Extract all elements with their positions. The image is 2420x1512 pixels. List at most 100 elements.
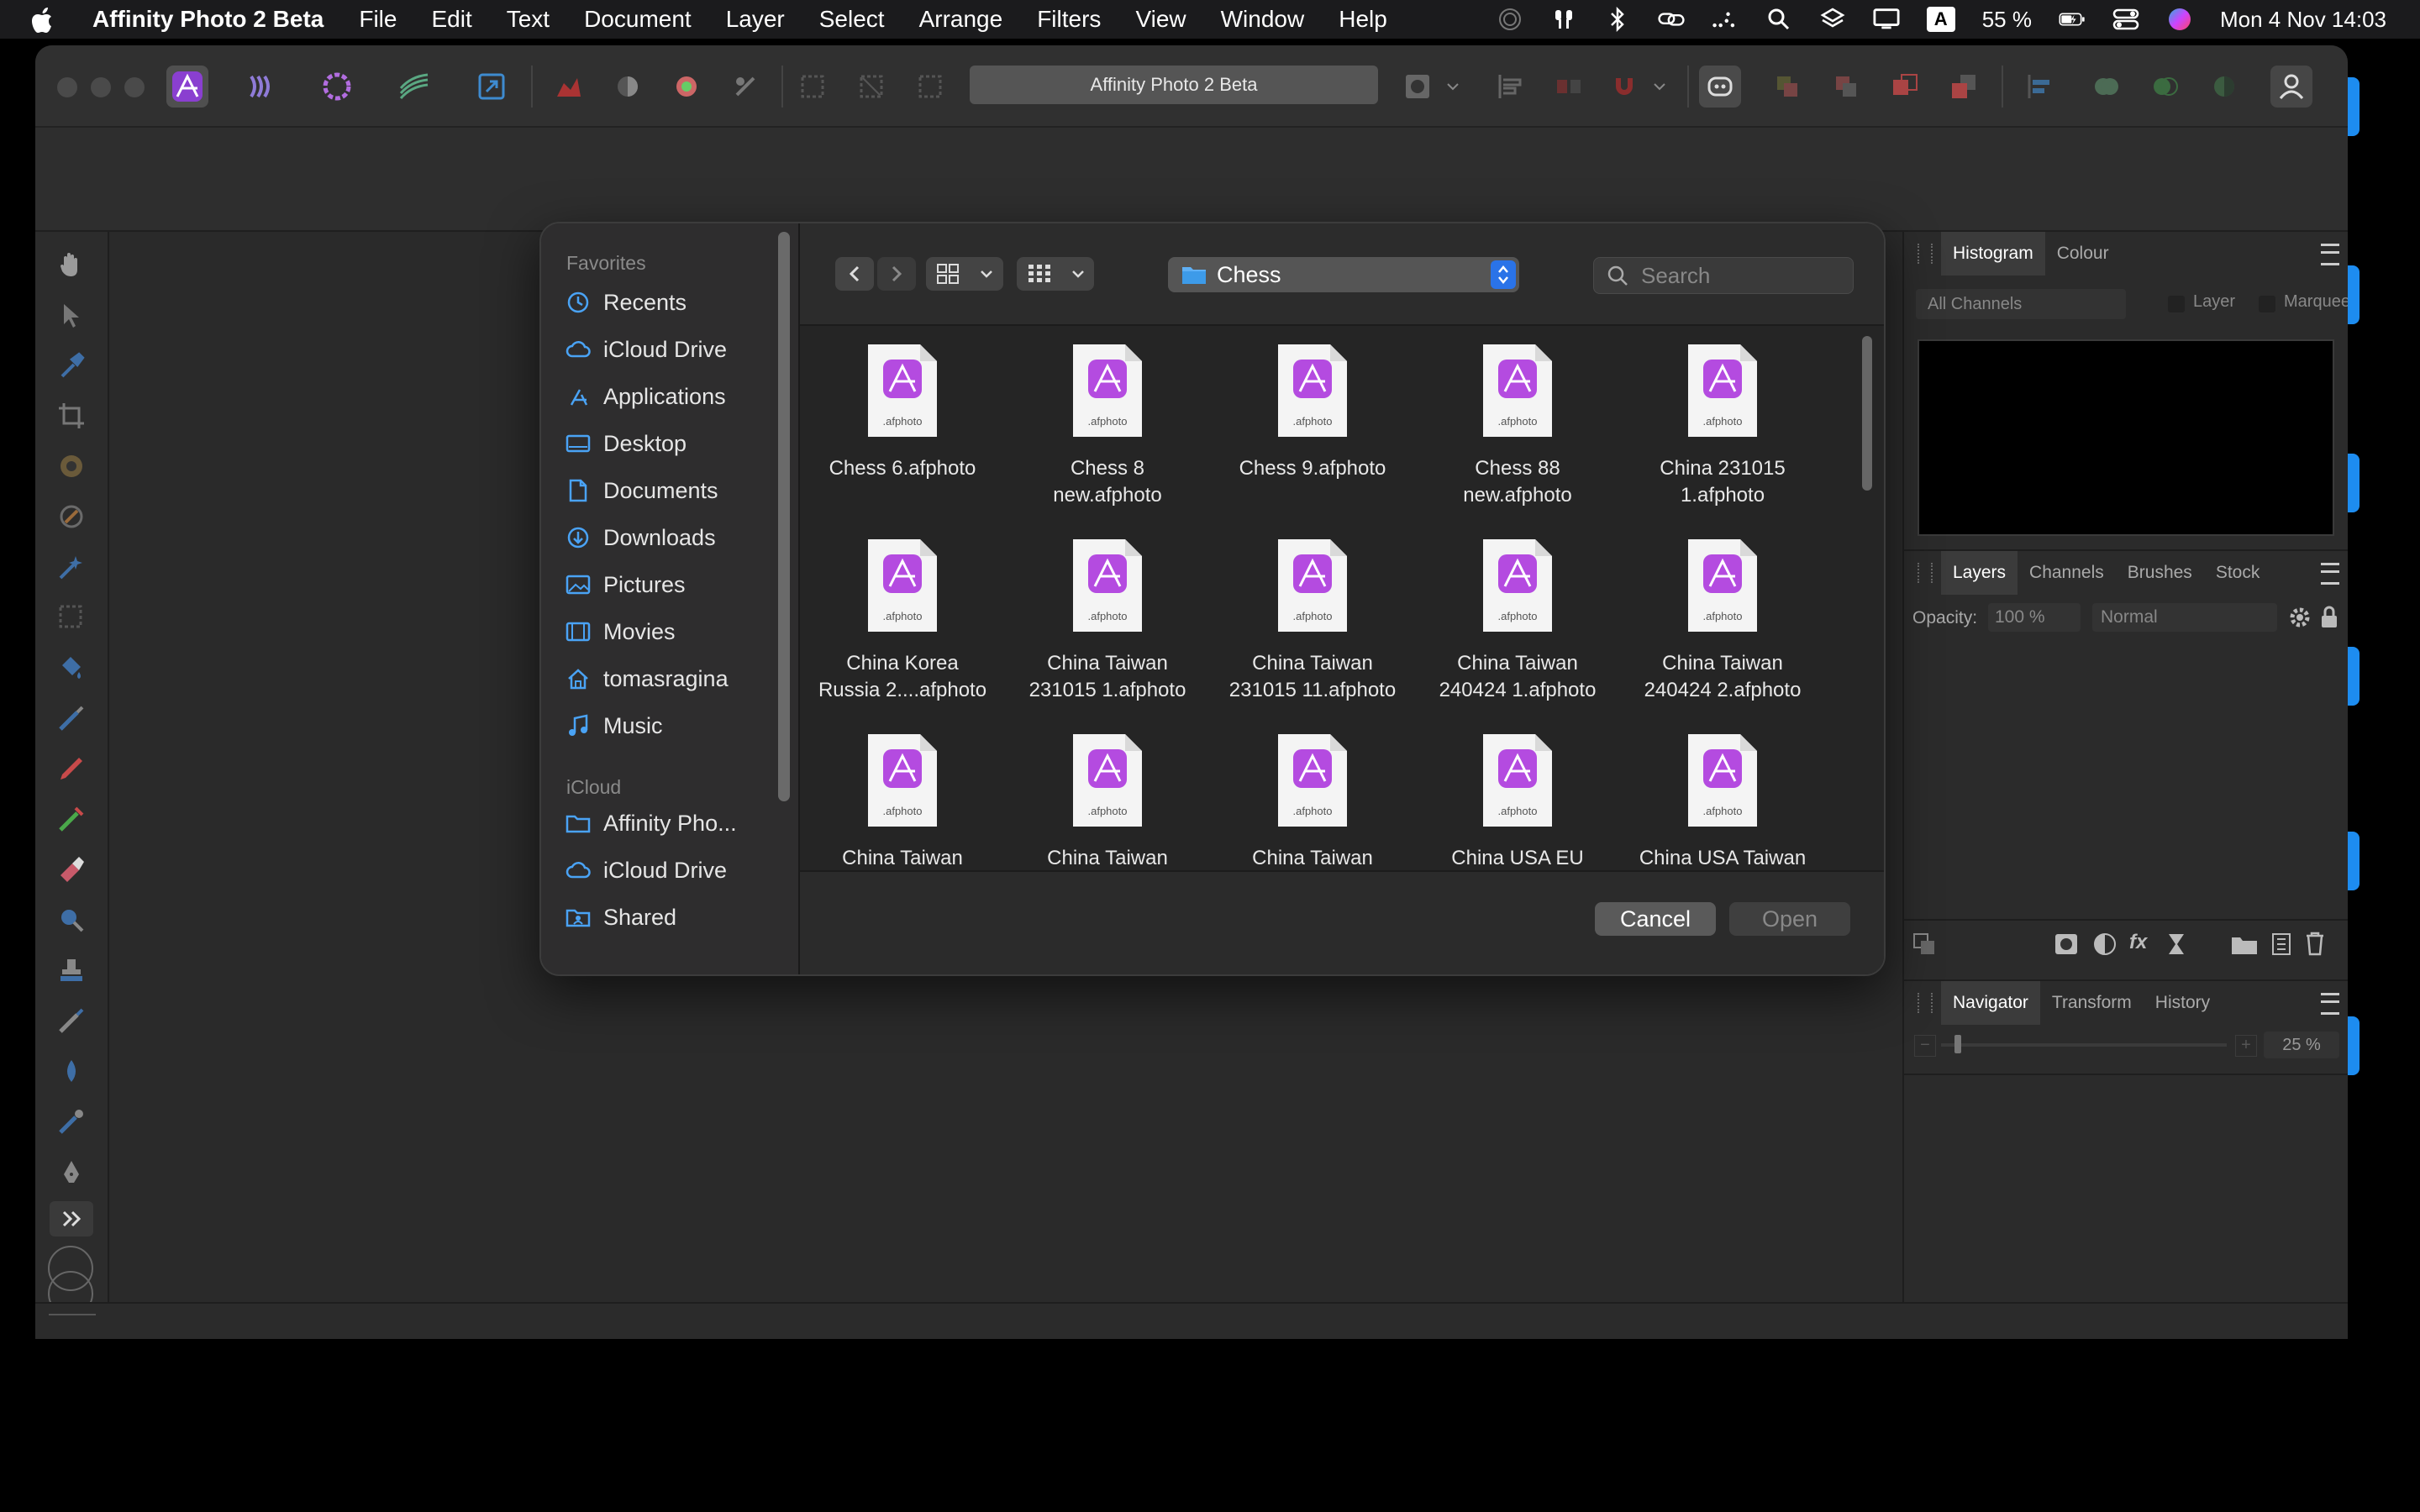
menu-window[interactable]: Window (1221, 6, 1305, 33)
sidebar-scrollbar[interactable] (778, 232, 790, 801)
red-eye-tool-icon[interactable] (54, 449, 89, 484)
mask-layer-icon[interactable] (2054, 932, 2079, 960)
file-item[interactable]: .afphoto China Korea Russia 2....afphoto (800, 538, 1005, 704)
sidebar-item-shared[interactable]: Shared (565, 897, 676, 937)
adjustment-layers-icon[interactable] (1912, 932, 1938, 960)
panel-menu-icon[interactable] (2321, 563, 2339, 585)
file-item[interactable]: .afphoto China 231015 1.afphoto (1620, 343, 1825, 509)
sidebar-item-home[interactable]: tomasragina (565, 659, 729, 699)
sidebar-item-icloud-drive[interactable]: iCloud Drive (565, 329, 727, 370)
display-icon[interactable] (1873, 8, 1900, 31)
battery-icon[interactable] (2059, 8, 2086, 31)
menu-select[interactable]: Select (819, 6, 885, 33)
snapping-dropdown-icon[interactable] (1647, 66, 1672, 108)
arrange-forward-icon[interactable] (1766, 66, 1808, 108)
tab-histogram[interactable]: Histogram (1941, 232, 2045, 276)
pen-tool-icon[interactable] (54, 1154, 89, 1189)
invert-selection-icon[interactable] (909, 66, 951, 108)
file-item[interactable]: .afphoto China Taiwan (800, 732, 1005, 870)
app-name-menu[interactable]: Affinity Photo 2 Beta (92, 6, 324, 33)
auto-white-balance-icon[interactable] (724, 66, 766, 108)
layers-list[interactable] (1904, 643, 2348, 919)
file-item[interactable]: .afphoto Chess 8 new.afphoto (1005, 343, 1210, 509)
rectangular-marquee-tool-icon[interactable] (54, 600, 89, 635)
marquee-checkbox[interactable] (2259, 296, 2275, 312)
panel-menu-icon[interactable] (2321, 993, 2339, 1015)
account-user-icon[interactable] (2270, 66, 2312, 108)
tone-mapping-persona-icon[interactable] (393, 66, 435, 108)
open-button[interactable]: Open (1729, 902, 1850, 936)
sidebar-item-downloads[interactable]: Downloads (565, 517, 716, 558)
arrange-bottom-icon[interactable] (1943, 66, 1985, 108)
siri-icon[interactable] (2166, 8, 2193, 31)
panel-menu-icon[interactable] (2321, 244, 2339, 265)
mirror-icon[interactable] (1548, 66, 1590, 108)
file-item[interactable]: .afphoto China USA EU (1415, 732, 1620, 870)
file-item[interactable]: .afphoto China Taiwan 240424 1.afphoto (1415, 538, 1620, 704)
zoom-slider-handle[interactable] (1954, 1035, 1961, 1053)
boolean-add-icon[interactable] (2086, 66, 2128, 108)
erase-brush-tool-icon[interactable] (54, 852, 89, 887)
sidebar-item-applications[interactable]: Applications (565, 376, 726, 417)
colour-replacement-tool-icon[interactable] (54, 801, 89, 837)
file-item[interactable]: .afphoto China Taiwan (1005, 732, 1210, 870)
apple-logo-icon[interactable] (32, 7, 55, 33)
file-item[interactable]: .afphoto China Taiwan 231015 11.afphoto (1210, 538, 1415, 704)
menu-help[interactable]: Help (1339, 6, 1387, 33)
adjustment-icon[interactable] (2092, 932, 2118, 960)
paint-brush-tool-icon[interactable] (54, 701, 89, 736)
photo-persona-icon[interactable] (166, 66, 208, 108)
expand-tools-chevron-icon[interactable] (50, 1201, 93, 1236)
menu-arrange[interactable]: Arrange (919, 6, 1003, 33)
sidebar-item-icloud-drive-2[interactable]: iCloud Drive (565, 850, 727, 890)
window-close-button[interactable] (57, 77, 77, 97)
tab-stock[interactable]: Stock (2204, 551, 2272, 595)
selection-brush-tool-icon[interactable] (54, 549, 89, 585)
file-item[interactable]: .afphoto Chess 88 new.afphoto (1415, 343, 1620, 509)
sidebar-item-music[interactable]: Music (565, 706, 663, 746)
hand-tool-icon[interactable] (54, 247, 89, 282)
opacity-field[interactable]: 100 % (1988, 603, 2081, 632)
healing-brush-tool-icon[interactable] (54, 1003, 89, 1038)
liquify-persona-icon[interactable] (240, 66, 282, 108)
cancel-button[interactable]: Cancel (1595, 902, 1716, 936)
input-source-indicator[interactable]: A (1926, 7, 1955, 32)
deselect-icon[interactable] (850, 66, 892, 108)
clock-datetime[interactable]: Mon 4 Nov 14:03 (2220, 7, 2386, 33)
auto-contrast-icon[interactable] (607, 66, 649, 108)
flood-fill-tool-icon[interactable] (54, 650, 89, 685)
layer-lock-icon[interactable] (2319, 605, 2339, 635)
develop-persona-icon[interactable] (316, 66, 358, 108)
menu-view[interactable]: View (1135, 6, 1186, 33)
layer-checkbox[interactable] (2168, 296, 2185, 312)
crop-tool-icon[interactable] (54, 398, 89, 433)
file-item[interactable]: .afphoto China Taiwan 240424 2.afphoto (1620, 538, 1825, 704)
tab-brushes[interactable]: Brushes (2116, 551, 2204, 595)
assistant-icon[interactable] (1699, 66, 1741, 108)
window-minimize-button[interactable] (91, 77, 111, 97)
sidebar-item-documents[interactable]: Documents (565, 470, 718, 511)
document-title-field[interactable]: Affinity Photo 2 Beta (970, 66, 1378, 104)
tab-navigator[interactable]: Navigator (1941, 981, 2040, 1025)
tab-layers[interactable]: Layers (1941, 551, 2018, 595)
location-popup[interactable]: Chess (1168, 257, 1519, 292)
arrange-front-icon[interactable] (1884, 66, 1926, 108)
file-item[interactable]: .afphoto Chess 9.afphoto (1210, 343, 1415, 482)
tab-channels[interactable]: Channels (2018, 551, 2116, 595)
airpods-icon[interactable] (1550, 8, 1577, 31)
auto-colour-icon[interactable] (666, 66, 708, 108)
bluetooth-icon[interactable] (1604, 7, 1631, 32)
snapping-magnet-icon[interactable] (1603, 66, 1645, 108)
quick-mask-dropdown-icon[interactable] (1440, 66, 1465, 108)
tab-history[interactable]: History (2144, 981, 2222, 1025)
file-grid-scrollbar[interactable] (1862, 336, 1872, 491)
retouch-tool-icon[interactable] (54, 499, 89, 534)
panel-grip-icon[interactable] (1918, 563, 1933, 583)
export-persona-icon[interactable] (471, 66, 513, 108)
channels-select[interactable]: All Channels (1916, 289, 2126, 319)
layers-stack-icon[interactable] (1819, 8, 1846, 31)
airdrop-icon[interactable] (1497, 8, 1523, 31)
file-item[interactable]: .afphoto China USA Taiwan (1620, 732, 1825, 870)
move-tool-icon[interactable] (54, 297, 89, 333)
align-icon[interactable] (1489, 66, 1531, 108)
